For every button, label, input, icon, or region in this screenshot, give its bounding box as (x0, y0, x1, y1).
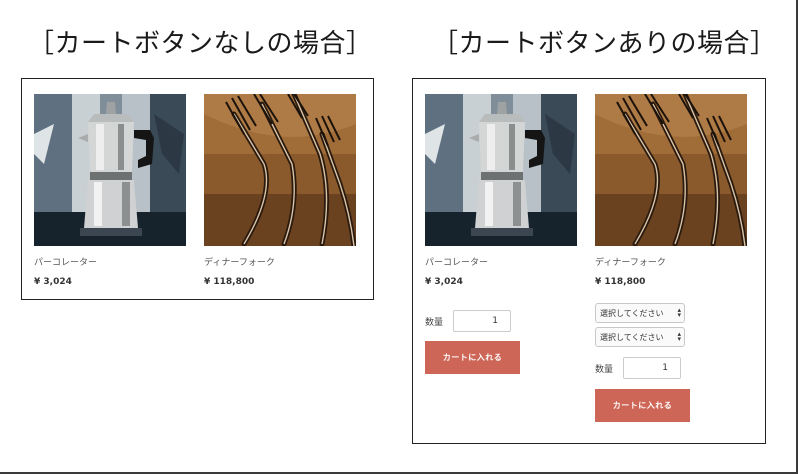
product-list-with-cart: パーコレーター ¥ 3,024 数量 カートに入れる ディナーフォーク ¥ 11… (412, 78, 766, 444)
quantity-row: 数量 (425, 310, 511, 332)
product-price: ¥ 118,800 (204, 277, 255, 287)
product-card[interactable]: ディナーフォーク ¥ 118,800 (595, 94, 747, 289)
forks-image[interactable] (595, 94, 747, 246)
option-select[interactable]: 選択してください ▴ ▾ (595, 327, 685, 347)
product-card[interactable]: パーコレーター ¥ 3,024 (34, 94, 186, 289)
percolator-image[interactable] (425, 94, 577, 246)
heading-with-cart: ［カートボタンありの場合］ (432, 29, 777, 59)
quantity-row: 数量 (595, 357, 681, 379)
product-name[interactable]: ディナーフォーク (595, 256, 747, 270)
percolator-image[interactable] (34, 94, 186, 246)
select-arrows-icon: ▴ ▾ (677, 330, 681, 343)
product-name[interactable]: パーコレーター (425, 256, 577, 270)
option-select[interactable]: 選択してください ▴ ▾ (595, 303, 685, 323)
option-select-value: 選択してください (600, 308, 664, 318)
product-card[interactable]: パーコレーター ¥ 3,024 (425, 94, 577, 289)
forks-image[interactable] (204, 94, 356, 246)
product-price: ¥ 118,800 (595, 277, 646, 287)
quantity-input[interactable] (623, 357, 681, 379)
add-to-cart-button[interactable]: カートに入れる (595, 389, 690, 422)
add-to-cart-button[interactable]: カートに入れる (425, 341, 520, 374)
product-list-without-cart: パーコレーター ¥ 3,024 ディナーフォーク ¥ 118,800 (21, 78, 374, 300)
product-price: ¥ 3,024 (34, 277, 72, 287)
product-name[interactable]: パーコレーター (34, 256, 186, 270)
heading-without-cart: ［カートボタンなしの場合］ (28, 29, 373, 59)
quantity-input[interactable] (453, 310, 511, 332)
product-card[interactable]: ディナーフォーク ¥ 118,800 (204, 94, 356, 289)
option-select-value: 選択してください (600, 332, 664, 342)
product-name[interactable]: ディナーフォーク (204, 256, 356, 270)
select-arrows-icon: ▴ ▾ (677, 306, 681, 319)
product-price: ¥ 3,024 (425, 277, 463, 287)
quantity-label: 数量 (425, 317, 444, 328)
quantity-label: 数量 (595, 364, 614, 375)
